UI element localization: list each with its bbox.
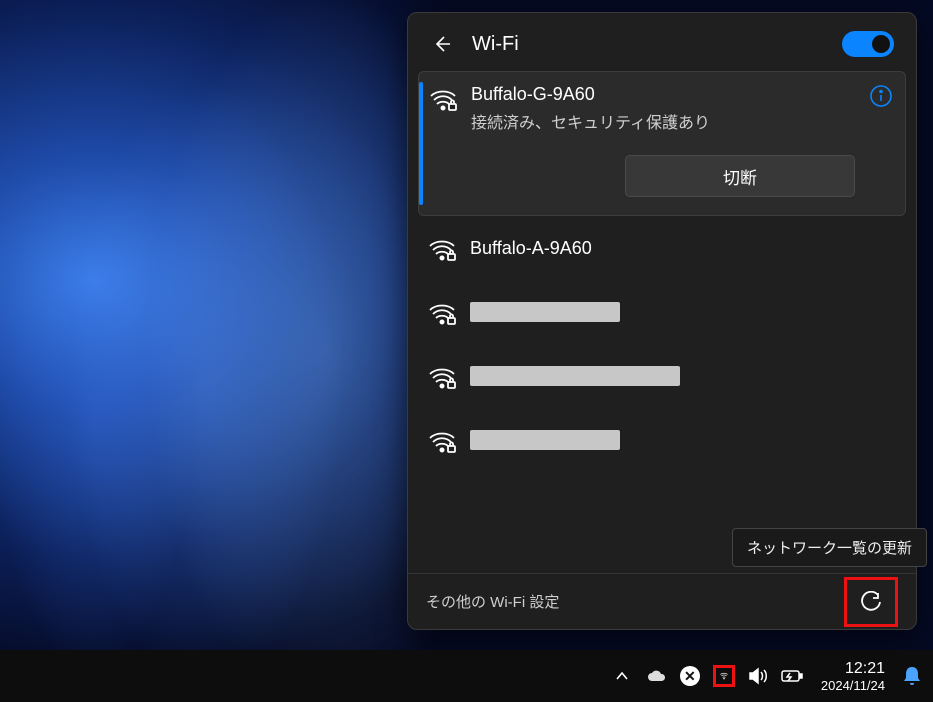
disconnect-button[interactable]: 切断 xyxy=(625,155,855,197)
network-item[interactable]: Buffalo-A-9A60 xyxy=(418,216,906,280)
taskbar-clock[interactable]: 12:21 2024/11/24 xyxy=(821,659,885,694)
arrow-left-icon xyxy=(432,34,452,54)
more-wifi-settings-link[interactable]: その他の Wi-Fi 設定 xyxy=(426,591,844,612)
wifi-secured-icon xyxy=(429,88,457,112)
wifi-icon xyxy=(720,667,728,685)
cloud-icon xyxy=(646,669,666,683)
refresh-button[interactable] xyxy=(849,582,893,622)
notifications-button[interactable] xyxy=(901,665,923,687)
network-ssid-redacted xyxy=(470,430,620,450)
network-ssid-redacted xyxy=(470,366,680,386)
battery-button[interactable] xyxy=(781,665,803,687)
network-ssid: Buffalo-G-9A60 xyxy=(471,84,855,105)
flyout-header: Wi-Fi xyxy=(408,13,916,71)
refresh-highlight-box xyxy=(844,577,898,627)
close-icon: ✕ xyxy=(680,666,700,686)
info-icon[interactable] xyxy=(869,84,893,108)
wifi-secured-icon xyxy=(428,238,456,262)
flyout-title: Wi-Fi xyxy=(472,33,824,56)
network-ssid: Buffalo-A-9A60 xyxy=(470,238,592,259)
network-item[interactable] xyxy=(418,408,906,472)
taskbar: ✕ 12:21 2024/11/24 xyxy=(0,650,933,702)
clock-time: 12:21 xyxy=(845,659,885,678)
clock-date: 2024/11/24 xyxy=(821,678,885,694)
flyout-footer: その他の Wi-Fi 設定 xyxy=(408,573,916,629)
chevron-up-icon xyxy=(615,669,629,683)
speaker-icon xyxy=(748,667,768,685)
volume-button[interactable] xyxy=(747,665,769,687)
wifi-secured-icon xyxy=(428,430,456,454)
network-list: Buffalo-G-9A60 接続済み、セキュリティ保護あり 切断 Buffal… xyxy=(408,71,916,573)
bell-icon xyxy=(903,666,921,686)
back-button[interactable] xyxy=(430,32,454,56)
battery-icon xyxy=(781,669,803,683)
close-status-icon[interactable]: ✕ xyxy=(679,665,701,687)
network-status: 接続済み、セキュリティ保護あり xyxy=(471,109,855,133)
refresh-tooltip: ネットワーク一覧の更新 xyxy=(732,528,927,567)
network-item[interactable] xyxy=(418,280,906,344)
system-tray: ✕ xyxy=(611,665,803,687)
network-item[interactable] xyxy=(418,344,906,408)
refresh-icon xyxy=(860,591,882,613)
wifi-tray-button[interactable] xyxy=(713,665,735,687)
onedrive-icon[interactable] xyxy=(645,665,667,687)
network-item-connected[interactable]: Buffalo-G-9A60 接続済み、セキュリティ保護あり 切断 xyxy=(418,71,906,216)
wifi-secured-icon xyxy=(428,302,456,326)
wifi-secured-icon xyxy=(428,366,456,390)
wifi-toggle[interactable] xyxy=(842,31,894,57)
tray-overflow-button[interactable] xyxy=(611,665,633,687)
network-ssid-redacted xyxy=(470,302,620,322)
